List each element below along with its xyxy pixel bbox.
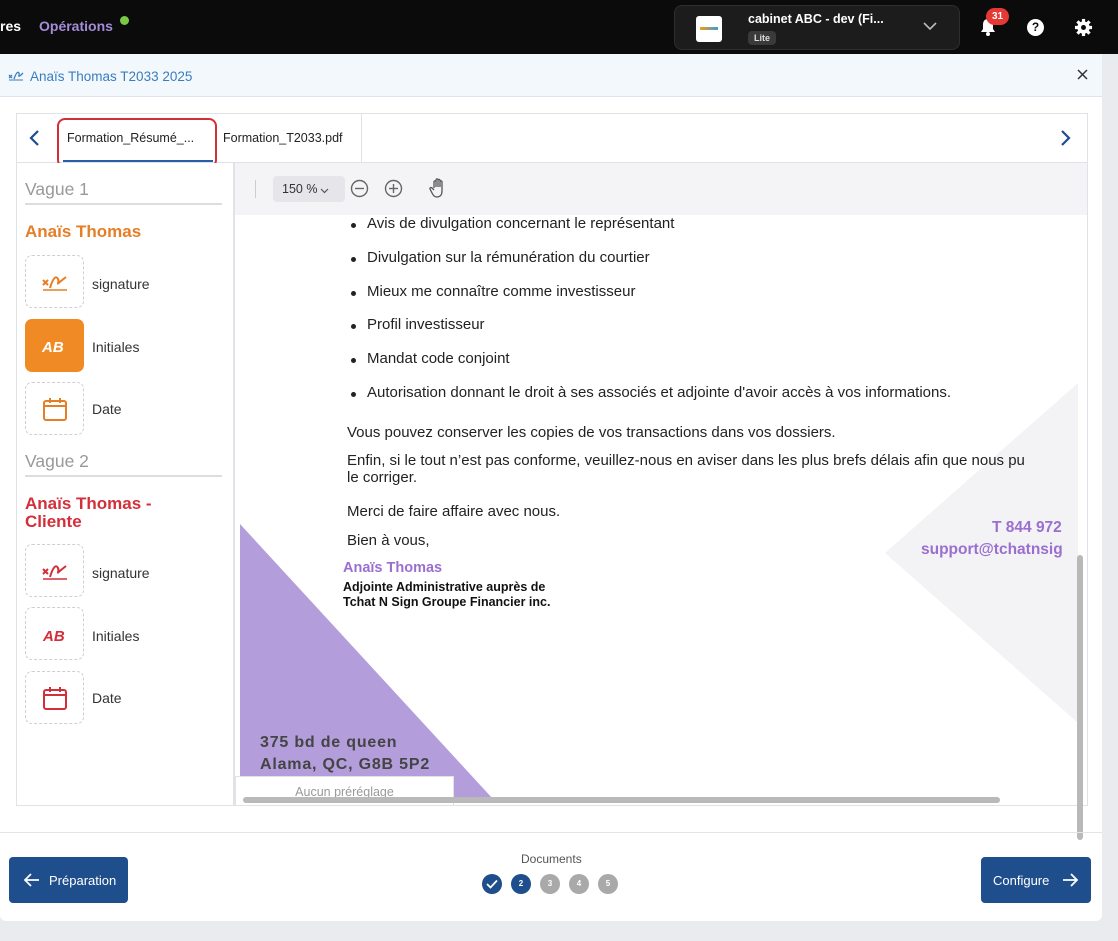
company-logo xyxy=(696,16,722,42)
configure-label: Configure xyxy=(993,872,1050,888)
bullet-item: Avis de divulgation concernant le représ… xyxy=(348,215,951,249)
account-switcher[interactable]: cabinet ABC - dev (Fi... Lite xyxy=(674,5,960,50)
svg-text:AB: AB xyxy=(42,628,65,645)
step-3[interactable]: 3 xyxy=(540,874,560,894)
account-name: cabinet ABC - dev (Fi... xyxy=(748,12,884,26)
signature-field-signer1[interactable] xyxy=(25,255,84,308)
field-label: Initiales xyxy=(92,628,140,644)
wave-1-heading: Vague 1 xyxy=(25,179,89,199)
field-label: signature xyxy=(92,565,150,581)
calendar-icon xyxy=(43,398,67,421)
nav-item-operations[interactable]: Opérations xyxy=(39,18,113,34)
zoom-in-icon[interactable] xyxy=(384,179,403,198)
initials-field-signer1[interactable]: AB xyxy=(25,319,84,372)
bullet-item: Profil investisseur xyxy=(348,316,951,350)
signature-icon xyxy=(8,71,24,81)
step-4[interactable]: 4 xyxy=(569,874,589,894)
field-label: Date xyxy=(92,401,122,417)
document-email: support@tchatnsig xyxy=(921,541,1063,558)
document-address-line2: Alama, QC, G8B 5P2 xyxy=(260,756,431,773)
field-label: signature xyxy=(92,276,150,292)
divider xyxy=(25,203,222,205)
calendar-icon xyxy=(43,687,67,710)
date-field-signer2[interactable] xyxy=(25,671,84,724)
document-bullet-list: Avis de divulgation concernant le représ… xyxy=(348,215,951,418)
pdf-page[interactable]: Avis de divulgation concernant le représ… xyxy=(240,215,1078,799)
document-paragraph: Merci de faire affaire avec nous. xyxy=(347,503,561,520)
plan-badge: Lite xyxy=(748,31,777,45)
arrow-right-icon xyxy=(1063,873,1079,887)
tab-divider xyxy=(361,114,362,162)
document-signer-name: Anaïs Thomas xyxy=(343,560,443,576)
bullet-item: Mandat code conjoint xyxy=(348,350,951,384)
document-modal: Anaïs Thomas T2033 2025 Formation_Résumé… xyxy=(0,54,1102,921)
checkmark-icon xyxy=(486,879,498,889)
fields-panel: Vague 1 Anaïs Thomas signature AB Initia… xyxy=(16,163,234,806)
toolbar-divider xyxy=(255,180,256,198)
document-phone: T 844 972 xyxy=(992,519,1062,536)
initials-icon: AB xyxy=(41,339,64,356)
stepper-label: Documents xyxy=(521,852,582,866)
signer-2-name-line1: Anaïs Thomas - xyxy=(25,494,152,513)
previous-step-label: Préparation xyxy=(49,872,117,888)
bullet-item: Mieux me connaître comme investisseur xyxy=(348,283,951,317)
tab-highlight-annotation xyxy=(57,118,217,168)
arrow-left-icon xyxy=(23,873,39,887)
document-address-line1: 375 bd de queen xyxy=(260,734,398,751)
document-paragraph: le corriger. xyxy=(347,469,418,486)
bullet-item: Divulgation sur la rémunération du court… xyxy=(348,249,951,283)
divider xyxy=(25,475,222,477)
horizontal-scrollbar[interactable] xyxy=(243,797,1000,803)
viewer-toolbar: 150 % xyxy=(235,163,1087,215)
top-bar: res Opérations cabinet ABC - dev (Fi... … xyxy=(0,0,1118,54)
step-1-completed[interactable] xyxy=(482,874,502,894)
hand-pan-icon[interactable] xyxy=(429,177,449,199)
zoom-value: 150 % xyxy=(282,182,318,196)
signer-1-name: Anaïs Thomas xyxy=(25,222,142,241)
vertical-scrollbar[interactable] xyxy=(1077,555,1083,840)
svg-text:AB: AB xyxy=(41,339,64,356)
gear-icon[interactable] xyxy=(1074,18,1093,37)
step-5[interactable]: 5 xyxy=(598,874,618,894)
initials-icon: AB xyxy=(42,628,65,645)
document-closing: Bien à vous, xyxy=(347,532,430,549)
chevron-left-icon[interactable] xyxy=(25,128,45,148)
chevron-down-icon xyxy=(320,188,329,194)
chevron-down-icon xyxy=(923,22,937,31)
document-tabs: Formation_Résumé_... Formation_T2033.pdf xyxy=(16,113,1088,168)
tab-formation-t2033[interactable]: Formation_T2033.pdf xyxy=(223,131,343,145)
document-paragraph: Enfin, si le tout n’est pas conforme, ve… xyxy=(347,452,1025,469)
zoom-select[interactable]: 150 % xyxy=(273,176,345,202)
field-label: Date xyxy=(92,690,122,706)
modal-title: Anaïs Thomas T2033 2025 xyxy=(30,69,193,84)
document-signer-role: Adjointe Administrative auprès de xyxy=(343,580,546,594)
signature-icon xyxy=(42,565,67,580)
notification-badge: 31 xyxy=(986,8,1009,25)
bullet-item: Autorisation donnant le droit à ses asso… xyxy=(348,384,951,418)
zoom-out-icon[interactable] xyxy=(350,179,369,198)
signature-icon xyxy=(42,276,67,291)
initials-field-signer2[interactable]: AB xyxy=(25,607,84,660)
nav-item-partial[interactable]: res xyxy=(0,18,21,34)
pdf-viewer: 150 % Avis de divulgation concernant le … xyxy=(234,163,1088,840)
modal-header: Anaïs Thomas T2033 2025 xyxy=(0,54,1102,97)
wave-2-heading: Vague 2 xyxy=(25,451,89,471)
step-2-current[interactable]: 2 xyxy=(511,874,531,894)
document-signer-company: Tchat N Sign Groupe Financier inc. xyxy=(343,595,551,609)
document-paragraph: Vous pouvez conserver les copies de vos … xyxy=(347,424,836,441)
chevron-right-icon[interactable] xyxy=(1055,128,1075,148)
field-label: Initiales xyxy=(92,339,140,355)
previous-step-button[interactable]: Préparation xyxy=(9,857,128,903)
footer-divider xyxy=(0,832,1102,833)
status-dot xyxy=(120,16,129,25)
signer-2-name-line2: Cliente xyxy=(25,512,82,531)
signature-field-signer2[interactable] xyxy=(25,544,84,597)
date-field-signer1[interactable] xyxy=(25,382,84,435)
close-icon[interactable] xyxy=(1076,68,1089,81)
help-icon[interactable]: ? xyxy=(1027,19,1044,36)
configure-button[interactable]: Configure xyxy=(981,857,1091,903)
